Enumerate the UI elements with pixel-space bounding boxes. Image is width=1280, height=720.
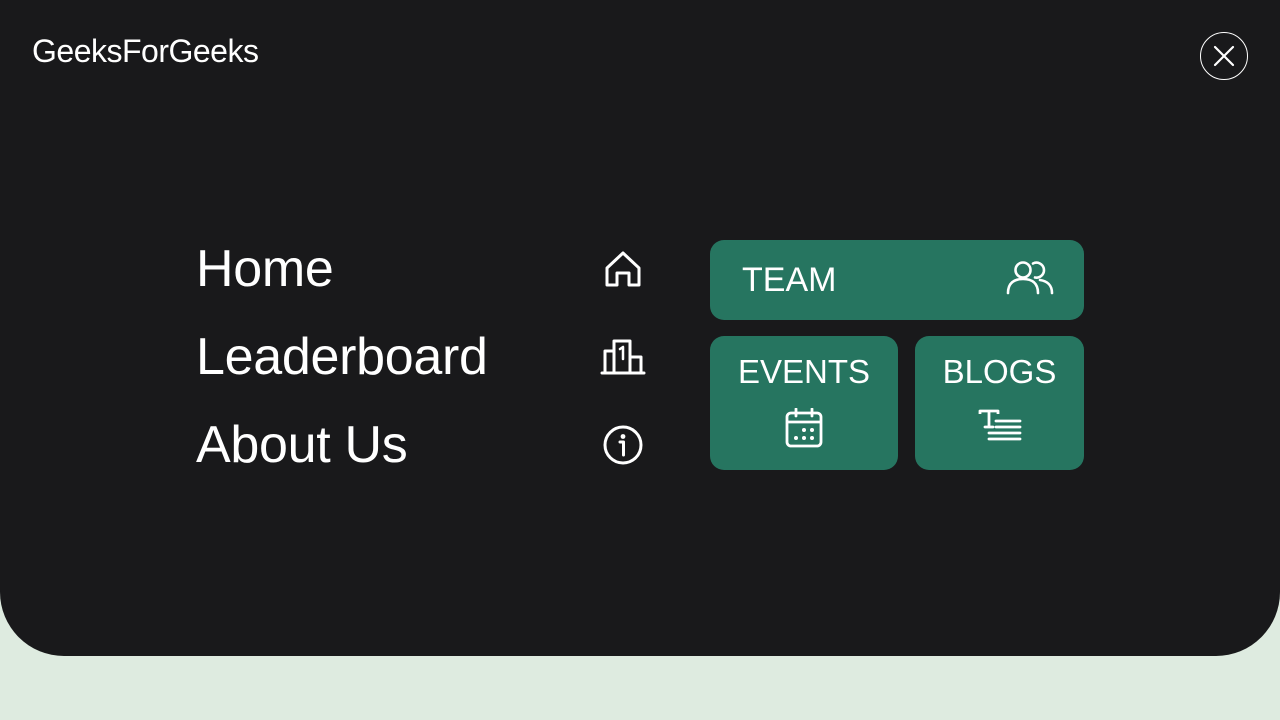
main-nav: Home Leaderboard About Us bbox=[196, 236, 656, 500]
nav-item-label: About Us bbox=[196, 416, 408, 474]
menu-panel: GeeksForGeeks Home Leaderboard About Us … bbox=[0, 0, 1280, 656]
events-tile[interactable]: EVENTS bbox=[710, 336, 898, 470]
nav-item-label: Home bbox=[196, 240, 334, 298]
events-tile-label: EVENTS bbox=[737, 353, 871, 390]
info-icon bbox=[598, 420, 648, 470]
blogs-tile-label: BLOGS bbox=[942, 353, 1057, 390]
close-icon bbox=[1213, 45, 1235, 67]
team-tile[interactable]: TEAM bbox=[710, 240, 1084, 320]
calendar-icon bbox=[710, 408, 898, 448]
podium-icon bbox=[598, 332, 648, 382]
nav-item-label: Leaderboard bbox=[196, 328, 488, 386]
nav-item-home[interactable]: Home bbox=[196, 236, 656, 324]
home-icon bbox=[598, 244, 648, 294]
text-lines-icon bbox=[915, 408, 1084, 444]
blogs-tile[interactable]: BLOGS bbox=[915, 336, 1084, 470]
users-icon bbox=[1006, 260, 1054, 296]
brand-logo-text[interactable]: GeeksForGeeks bbox=[32, 32, 259, 70]
nav-item-about-us[interactable]: About Us bbox=[196, 412, 656, 500]
team-tile-label: TEAM bbox=[742, 261, 837, 299]
nav-item-leaderboard[interactable]: Leaderboard bbox=[196, 324, 656, 412]
close-button[interactable] bbox=[1200, 32, 1248, 80]
